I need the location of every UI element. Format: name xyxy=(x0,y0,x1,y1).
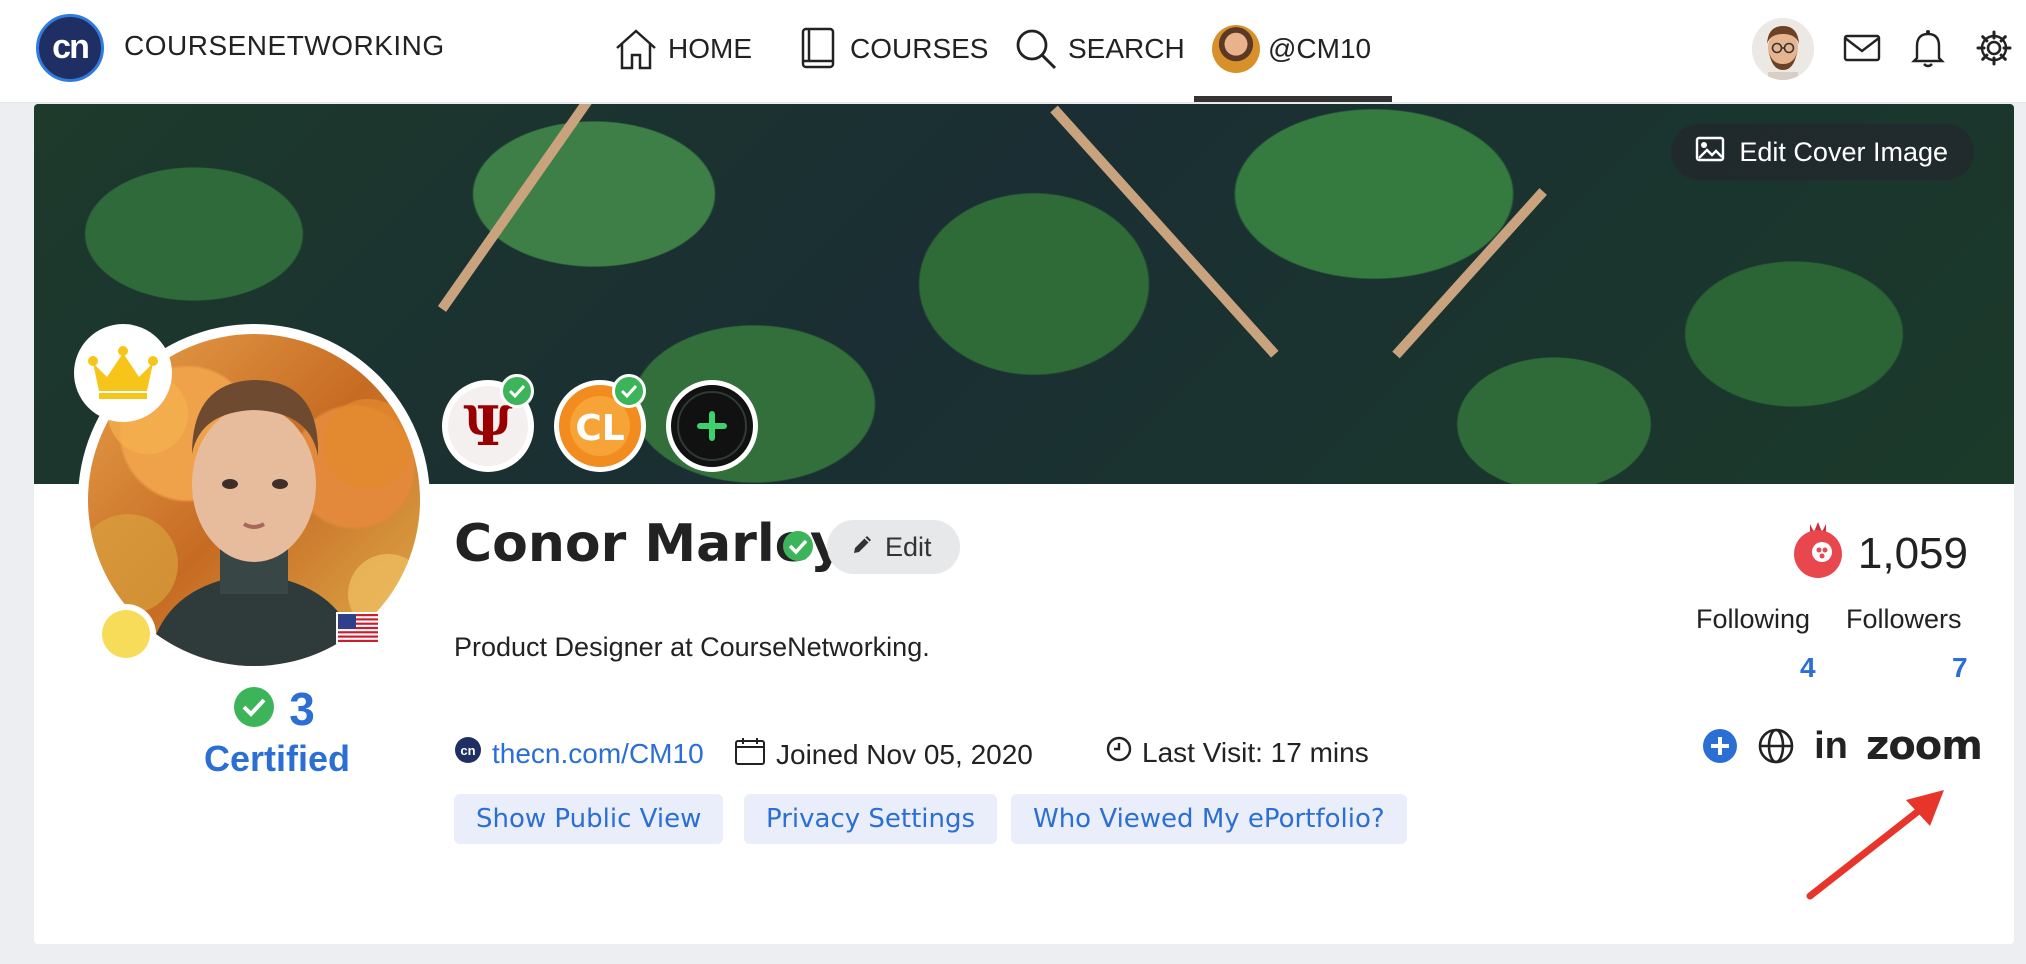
active-tab-indicator xyxy=(1194,96,1392,102)
verified-check-icon xyxy=(612,374,646,408)
who-viewed-button[interactable]: Who Viewed My ePortfolio? xyxy=(1011,794,1407,844)
nav-search[interactable]: SEARCH xyxy=(1012,18,1185,80)
plus-icon xyxy=(677,391,747,461)
nav-home[interactable]: HOME xyxy=(612,18,752,80)
book-icon xyxy=(794,25,842,73)
cover-frame xyxy=(437,104,596,312)
svg-text:cn: cn xyxy=(460,743,475,758)
globe-icon[interactable] xyxy=(1756,726,1796,766)
add-badge-button[interactable] xyxy=(666,380,758,472)
edit-cover-image-button[interactable]: Edit Cover Image xyxy=(1671,124,1974,180)
top-navigation: cn COURSENETWORKING HOME COURSES SEARCH … xyxy=(0,0,2026,103)
following-count[interactable]: 4 xyxy=(1800,652,1816,684)
cover-frame xyxy=(1050,105,1279,358)
bell-icon[interactable] xyxy=(1906,26,1950,70)
followers-count[interactable]: 7 xyxy=(1952,652,1968,684)
nav-courses[interactable]: COURSES xyxy=(794,18,988,80)
certified-label: Certified xyxy=(204,738,351,779)
image-icon xyxy=(1695,136,1725,169)
profile-link-text: thecn.com/CM10 xyxy=(492,737,704,769)
privacy-settings-button[interactable]: Privacy Settings xyxy=(744,794,998,844)
cl-mark: CL xyxy=(575,408,624,449)
joined-text: Joined Nov 05, 2020 xyxy=(776,738,1033,770)
linkedin-icon[interactable]: in xyxy=(1808,725,1854,767)
plus-circle-icon xyxy=(1703,729,1737,763)
name-verified-icon xyxy=(782,530,814,567)
profile-card: Edit Cover Image Ψ CL 3 Certified Conor … xyxy=(34,104,2014,944)
nav-courses-label: COURSES xyxy=(850,33,989,64)
zoom-icon[interactable]: zoom xyxy=(1866,723,1983,769)
edit-cover-label: Edit Cover Image xyxy=(1739,136,1948,167)
cover-frame xyxy=(1392,188,1547,359)
clock-icon xyxy=(1106,736,1132,769)
nav-profile[interactable]: @CM10 xyxy=(1212,18,1371,80)
edit-profile-button[interactable]: Edit xyxy=(827,520,960,574)
home-icon xyxy=(612,25,660,73)
cn-logo[interactable]: cn xyxy=(36,14,104,82)
nav-profile-label: @CM10 xyxy=(1268,33,1372,64)
logo-text: cn xyxy=(52,28,90,66)
cn-small-icon: cn xyxy=(454,736,482,771)
last-visit-text: Last Visit: 17 mins xyxy=(1142,736,1369,768)
annotation-arrow-icon xyxy=(1806,790,1944,900)
pomegranate-icon xyxy=(1790,516,1846,591)
gear-icon[interactable] xyxy=(1972,26,2016,70)
mail-icon[interactable] xyxy=(1840,26,1884,70)
search-icon xyxy=(1012,25,1060,73)
joined-date: Joined Nov 05, 2020 xyxy=(734,736,1033,773)
score-value: 1,059 xyxy=(1857,528,1968,578)
edit-label: Edit xyxy=(885,531,932,562)
crown-icon xyxy=(74,324,172,422)
nav-avatar xyxy=(1212,25,1260,73)
us-flag-icon xyxy=(336,612,380,644)
profile-link[interactable]: cn thecn.com/CM10 xyxy=(454,736,704,771)
status-indicator xyxy=(96,604,156,664)
nav-search-label: SEARCH xyxy=(1068,33,1185,64)
pencil-icon xyxy=(851,532,875,563)
last-visit: Last Visit: 17 mins xyxy=(1106,736,1369,769)
nav-home-label: HOME xyxy=(668,33,752,64)
brand-name[interactable]: COURSENETWORKING xyxy=(124,30,445,62)
followers-label: Followers xyxy=(1846,604,1962,634)
certified-count: 3 xyxy=(289,683,315,735)
score-display: 1,059 xyxy=(1790,516,1968,591)
user-avatar[interactable] xyxy=(1752,18,1814,80)
certified-check-icon xyxy=(233,686,275,733)
add-social-link-button[interactable] xyxy=(1700,726,1740,766)
verified-check-icon xyxy=(500,374,534,408)
show-public-view-button[interactable]: Show Public View xyxy=(454,794,724,844)
certified-badge[interactable]: 3 Certified xyxy=(204,682,351,780)
profile-bio: Product Designer at CourseNetworking. xyxy=(454,632,930,662)
calendar-icon xyxy=(734,736,766,773)
following-label: Following xyxy=(1696,604,1811,634)
